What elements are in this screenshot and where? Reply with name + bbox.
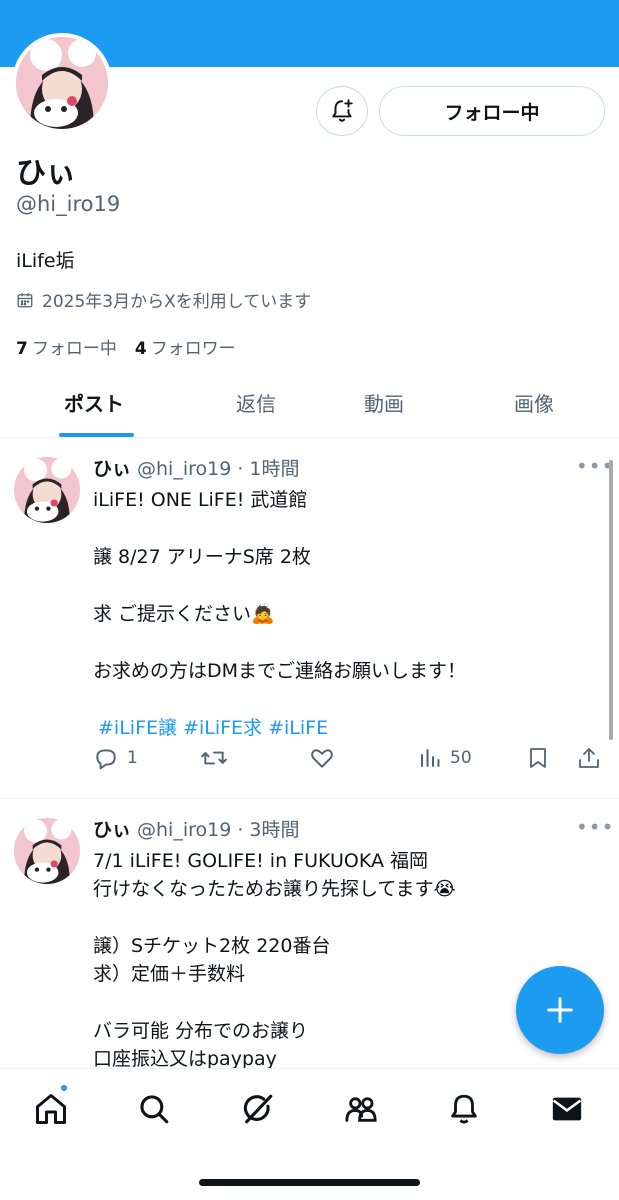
more-horizontal-icon[interactable]: ••• xyxy=(576,815,614,839)
post-time: · 1時間 xyxy=(237,458,300,480)
profile-avatar[interactable] xyxy=(12,33,112,133)
post-text-line: 口座振込又はpaypay xyxy=(93,1048,277,1070)
nav-notifications[interactable] xyxy=(444,1089,484,1129)
following-count: 7 xyxy=(16,339,28,359)
scrollbar[interactable] xyxy=(609,460,613,740)
tab-replies[interactable]: 返信 xyxy=(236,388,276,417)
bell-icon xyxy=(451,1094,477,1124)
profile-bio: iLife垢 xyxy=(16,250,75,272)
search-icon xyxy=(140,1095,169,1124)
home-icon xyxy=(36,1094,66,1124)
post-avatar[interactable] xyxy=(14,818,80,884)
bell-plus-icon xyxy=(332,99,353,122)
joined-date: 2025年3月からXを利用しています xyxy=(16,287,311,312)
reply-icon xyxy=(96,749,116,770)
post-avatar[interactable] xyxy=(14,457,80,523)
reply-button[interactable]: 1 xyxy=(93,745,138,771)
nav-home[interactable] xyxy=(31,1083,71,1129)
nav-search[interactable] xyxy=(134,1089,174,1129)
post-text-line: バラ可能 分布でのお譲り xyxy=(93,1020,309,1042)
repost-button[interactable] xyxy=(200,745,228,771)
post-author-name[interactable]: ひぃ xyxy=(93,454,131,481)
share-button[interactable] xyxy=(577,745,601,771)
home-notification-dot xyxy=(59,1083,69,1093)
views-icon xyxy=(421,749,440,767)
post-author-handle[interactable]: @hi_iro19 xyxy=(137,458,231,480)
post-divider xyxy=(0,798,619,799)
heart-icon xyxy=(311,749,333,768)
communities-icon xyxy=(345,1097,377,1122)
post-text-line: 譲 8/27 アリーナS席 2枚 xyxy=(93,546,311,568)
tab-images[interactable]: 画像 xyxy=(514,388,554,417)
post-header: ひぃ @hi_iro19 · 3時間 xyxy=(93,815,299,842)
post-author-handle[interactable]: @hi_iro19 xyxy=(137,819,231,841)
views-count: 50 xyxy=(450,748,472,768)
tab-videos[interactable]: 動画 xyxy=(364,388,404,417)
post-author-name[interactable]: ひぃ xyxy=(93,815,131,842)
reply-count: 1 xyxy=(127,748,138,768)
post-text-line: 求）定価＋手数料 xyxy=(93,963,246,985)
compose-button[interactable] xyxy=(516,966,604,1054)
followers-count: 4 xyxy=(134,339,147,359)
repost-icon xyxy=(201,751,227,765)
profile-handle: @hi_iro19 xyxy=(16,192,121,216)
nav-grok[interactable] xyxy=(238,1089,278,1129)
bookmark-icon xyxy=(530,748,546,768)
post-hashtags[interactable]: #iLiFE譲 #iLiFE求 #iLiFE xyxy=(98,713,328,740)
post-text-line: お求めの方はDMまでご連絡お願いします！ xyxy=(93,660,467,682)
notification-subscribe-button[interactable] xyxy=(316,86,368,136)
plus-icon xyxy=(547,997,573,1023)
views-button[interactable]: 50 xyxy=(418,745,472,771)
grok-icon xyxy=(243,1094,273,1124)
post-text-line: 求 ご提示ください🙇 xyxy=(93,603,275,625)
home-indicator xyxy=(199,1179,420,1186)
follow-stats: 7 フォロー中 4 フォロワー xyxy=(16,334,236,359)
nav-messages[interactable] xyxy=(547,1089,587,1129)
display-name: ひぃ xyxy=(16,156,76,191)
bookmark-button[interactable] xyxy=(526,745,550,771)
following-label: フォロー中 xyxy=(31,339,117,359)
post-text-line: iLiFE! ONE LiFE! 武道館 xyxy=(93,489,308,511)
like-button[interactable] xyxy=(309,745,335,771)
joined-text: 2025年3月からXを利用しています xyxy=(42,292,312,312)
tab-posts[interactable]: ポスト xyxy=(64,388,124,417)
followers-link[interactable]: 4 フォロワー xyxy=(135,334,236,359)
calendar-icon xyxy=(17,292,33,307)
active-tab-indicator xyxy=(59,433,134,437)
profile-tabs: ポスト 返信 動画 画像 xyxy=(0,372,619,438)
mail-icon xyxy=(552,1097,582,1121)
following-link[interactable]: 7 フォロー中 xyxy=(16,334,117,359)
followers-label: フォロワー xyxy=(150,339,236,359)
following-button[interactable]: フォロー中 xyxy=(379,86,605,136)
post-time: · 3時間 xyxy=(237,819,300,841)
nav-communities[interactable] xyxy=(341,1089,381,1129)
post-text-line: 行けなくなったためお譲り先探してます😭 xyxy=(93,878,456,900)
post-header: ひぃ @hi_iro19 · 1時間 xyxy=(93,454,299,481)
post-actions: 1 50 xyxy=(0,745,619,785)
post-text-line: 譲）Sチケット2枚 220番台 xyxy=(93,935,331,957)
share-icon xyxy=(579,748,599,768)
post-text-line: 7/1 iLiFE! GOLIFE! in FUKUOKA 福岡 xyxy=(93,850,428,872)
